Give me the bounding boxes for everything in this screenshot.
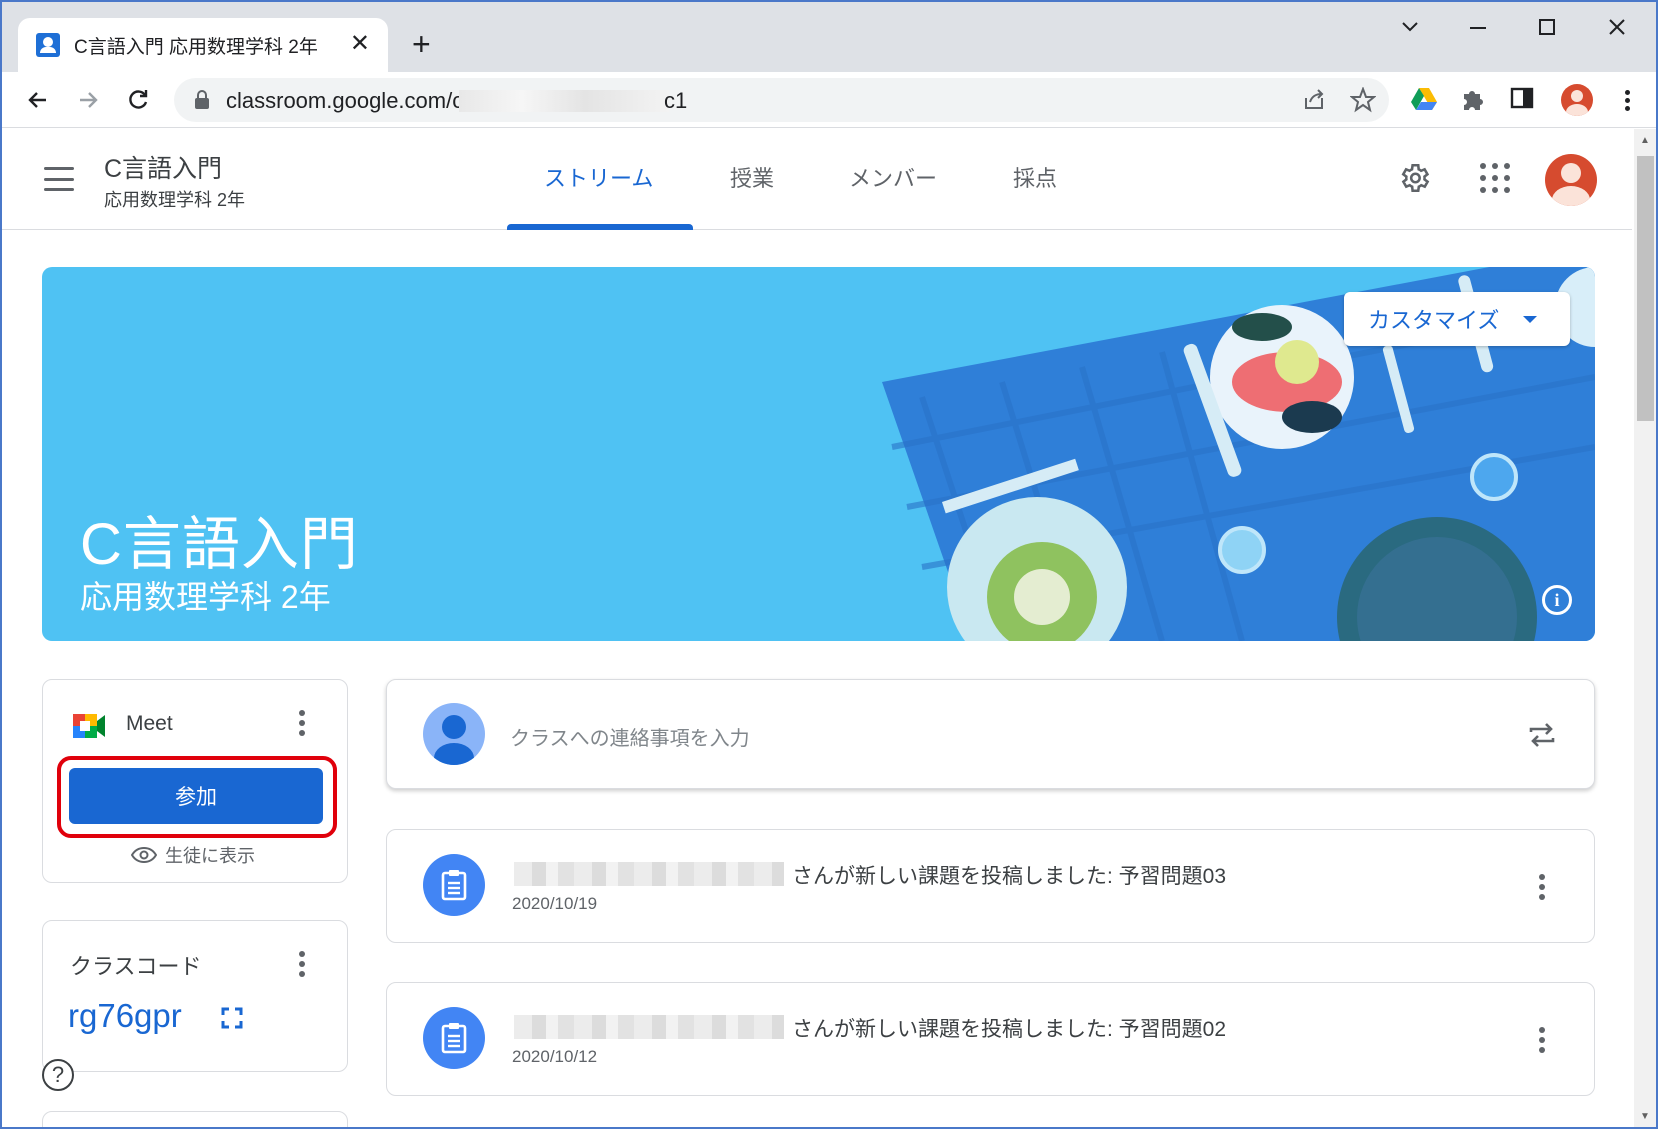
classroom-page: C言語入門 応用数理学科 2年 ストリーム 授業 メンバー 採点 C言語入門 応… bbox=[2, 129, 1632, 1127]
info-icon[interactable]: i bbox=[1542, 585, 1572, 615]
assignment-icon bbox=[423, 1007, 485, 1069]
class-code-card: クラスコード rg76gpr bbox=[42, 920, 348, 1072]
dropdown-caret-icon bbox=[1523, 315, 1538, 323]
reload-icon[interactable] bbox=[124, 86, 152, 114]
back-icon[interactable] bbox=[24, 86, 52, 114]
announce-placeholder: クラスへの連絡事項を入力 bbox=[510, 728, 750, 750]
active-tab-indicator bbox=[507, 224, 693, 230]
stream-post[interactable]: さんが新しい課題を投稿しました: 予習問題03 2020/10/19 bbox=[386, 829, 1595, 943]
extensions-icon[interactable] bbox=[1460, 86, 1488, 114]
meet-more-icon[interactable] bbox=[299, 710, 305, 736]
user-avatar bbox=[423, 703, 485, 765]
customize-label: カスタマイズ bbox=[1368, 308, 1500, 333]
author-redacted bbox=[514, 862, 784, 886]
classroom-favicon bbox=[36, 33, 60, 57]
stream-post[interactable]: さんが新しい課題を投稿しました: 予習問題02 2020/10/12 bbox=[386, 982, 1595, 1096]
class-code-label: クラスコード bbox=[70, 954, 202, 979]
tab-classwork[interactable]: 授業 bbox=[730, 161, 774, 193]
post-date: 2020/10/19 bbox=[512, 894, 598, 913]
url-text: classroom.google.com/c/ bbox=[226, 88, 470, 113]
tab-title: C言語入門 応用数理学科 2年 bbox=[74, 36, 318, 58]
tab-close-icon[interactable]: ✕ bbox=[350, 30, 370, 58]
show-to-students[interactable]: 生徒に表示 bbox=[131, 842, 255, 868]
tab-stream[interactable]: ストリーム bbox=[544, 161, 653, 193]
course-subtitle: 応用数理学科 2年 bbox=[104, 190, 246, 210]
url-text-end: c1 bbox=[664, 88, 688, 113]
post-title: さんが新しい課題を投稿しました: 予習問題03 bbox=[792, 865, 1227, 888]
address-bar[interactable]: classroom.google.com/c/ c1 bbox=[174, 78, 1389, 122]
scroll-down-arrow-icon[interactable]: ▼ bbox=[1640, 1111, 1650, 1122]
join-button[interactable]: 参加 bbox=[69, 768, 323, 824]
meet-logo-icon bbox=[73, 714, 105, 738]
new-tab-button[interactable]: + bbox=[412, 26, 431, 62]
show-students-label: 生徒に表示 bbox=[165, 846, 255, 866]
eye-icon bbox=[131, 847, 157, 863]
share-icon[interactable] bbox=[1302, 88, 1328, 112]
customize-button[interactable]: カスタマイズ bbox=[1344, 292, 1570, 346]
assignment-icon bbox=[423, 854, 485, 916]
forward-icon[interactable] bbox=[74, 86, 102, 114]
tab-grades[interactable]: 採点 bbox=[1013, 161, 1057, 193]
browser-window: C言語入門 応用数理学科 2年 ✕ + classroom.google.com… bbox=[0, 0, 1658, 1129]
banner-subtitle: 応用数理学科 2年 bbox=[80, 579, 331, 615]
post-more-icon[interactable] bbox=[1539, 1027, 1545, 1053]
banner-title: C言語入門 bbox=[80, 512, 359, 577]
app-bar: C言語入門 応用数理学科 2年 ストリーム 授業 メンバー 採点 bbox=[2, 129, 1632, 230]
browser-tab[interactable]: C言語入門 応用数理学科 2年 ✕ bbox=[18, 18, 388, 72]
gear-icon[interactable] bbox=[1397, 161, 1431, 195]
tab-search-chevron-icon[interactable] bbox=[1400, 20, 1420, 34]
class-code-value: rg76gpr bbox=[68, 997, 182, 1034]
post-more-icon[interactable] bbox=[1539, 874, 1545, 900]
maximize-icon[interactable] bbox=[1538, 18, 1556, 36]
page-scrollbar[interactable]: ▲ ▼ bbox=[1634, 129, 1656, 1127]
close-window-icon[interactable] bbox=[1608, 18, 1626, 36]
profile-avatar-small[interactable] bbox=[1560, 83, 1594, 117]
profile-avatar[interactable] bbox=[1545, 154, 1597, 206]
expand-icon[interactable] bbox=[221, 1007, 243, 1029]
lock-icon[interactable] bbox=[194, 90, 210, 110]
announce-box[interactable]: クラスへの連絡事項を入力 bbox=[386, 679, 1595, 789]
meet-label: Meet bbox=[126, 712, 173, 735]
side-panel-icon[interactable] bbox=[1510, 86, 1538, 114]
apps-icon[interactable] bbox=[1480, 163, 1510, 193]
scroll-up-arrow-icon[interactable]: ▲ bbox=[1640, 135, 1650, 146]
meet-card: Meet 参加 生徒に表示 bbox=[42, 679, 348, 883]
browser-toolbar: classroom.google.com/c/ c1 bbox=[2, 72, 1656, 128]
class-banner: C言語入門 応用数理学科 2年 カスタマイズ i bbox=[42, 267, 1595, 641]
url-redacted bbox=[459, 90, 669, 112]
hamburger-icon[interactable] bbox=[44, 167, 74, 191]
post-date: 2020/10/12 bbox=[512, 1047, 598, 1066]
repost-icon[interactable] bbox=[1527, 720, 1557, 750]
minimize-icon[interactable] bbox=[1468, 20, 1488, 34]
tab-people[interactable]: メンバー bbox=[849, 161, 937, 193]
class-code-more-icon[interactable] bbox=[299, 951, 305, 977]
more-icon[interactable] bbox=[1614, 86, 1642, 114]
post-title: さんが新しい課題を投稿しました: 予習問題02 bbox=[792, 1018, 1227, 1041]
avatar-icon bbox=[1561, 84, 1593, 116]
help-icon[interactable]: ? bbox=[42, 1059, 74, 1091]
tab-strip: C言語入門 応用数理学科 2年 ✕ + bbox=[2, 2, 1656, 72]
drive-icon[interactable] bbox=[1410, 86, 1438, 114]
author-redacted bbox=[514, 1015, 784, 1039]
upcoming-card bbox=[42, 1111, 348, 1127]
course-title[interactable]: C言語入門 bbox=[104, 149, 222, 185]
scroll-thumb[interactable] bbox=[1637, 156, 1654, 421]
star-icon[interactable] bbox=[1350, 87, 1376, 113]
